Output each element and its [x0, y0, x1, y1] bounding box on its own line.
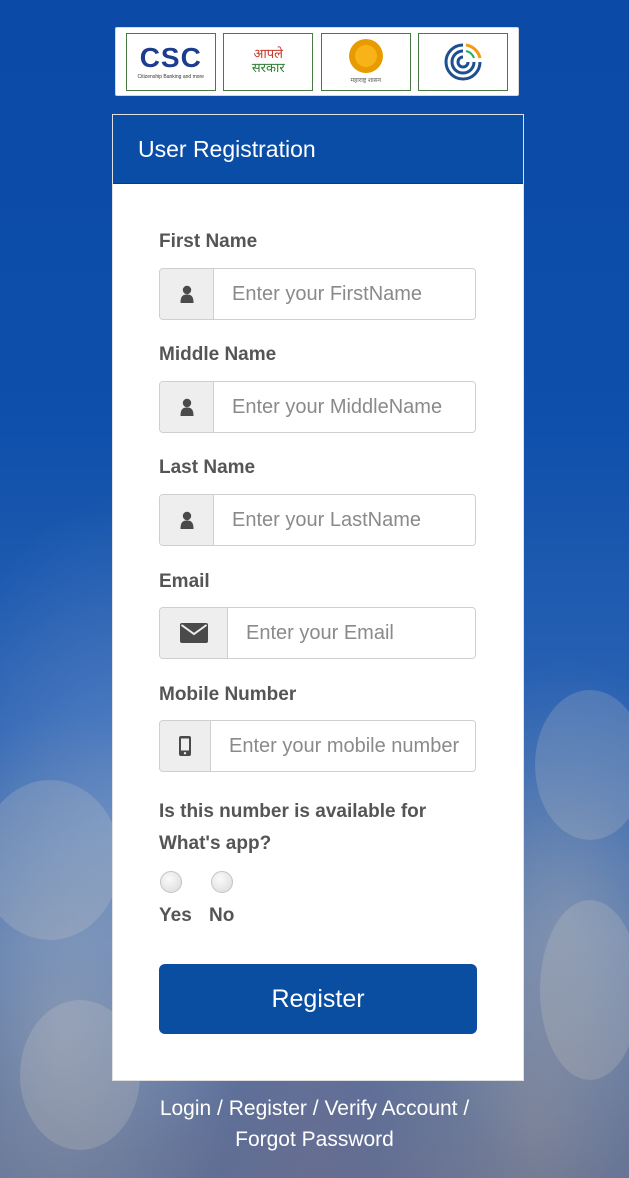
email-input[interactable]: [228, 608, 475, 658]
background-crowd: [535, 690, 629, 840]
email-group: [159, 607, 476, 659]
registration-card: User Registration First Name Middle Name: [112, 114, 524, 1081]
register-link[interactable]: Register: [229, 1097, 307, 1120]
first-name-input[interactable]: [214, 269, 475, 319]
no-label: No: [209, 905, 235, 926]
middle-name-addon: [160, 382, 214, 432]
middle-name-input[interactable]: [214, 382, 475, 432]
forgot-password-link[interactable]: Forgot Password: [235, 1128, 394, 1151]
mobile-group: [159, 720, 476, 772]
csc-logo: CSC Citizenship Banking and more: [125, 32, 216, 91]
whatsapp-no-radio[interactable]: [211, 871, 233, 893]
first-name-label: First Name: [159, 231, 258, 252]
user-icon: [180, 285, 193, 303]
last-name-label: Last Name: [159, 457, 256, 478]
middle-name-group: [159, 381, 476, 433]
last-name-addon: [160, 495, 214, 545]
whatsapp-question: Is this number is available for What's a…: [159, 801, 427, 854]
separator: /: [306, 1097, 325, 1120]
middle-name-label: Middle Name: [159, 344, 277, 365]
first-name-group: [159, 268, 476, 320]
last-name-group: [159, 494, 476, 546]
mobile-icon: [179, 736, 191, 756]
aaple-sarkar-logo: आपले सरकार: [223, 32, 314, 91]
register-button[interactable]: Register: [159, 964, 477, 1034]
whatsapp-yes-radio[interactable]: [160, 871, 182, 893]
card-title: User Registration: [113, 115, 523, 184]
envelope-icon: [179, 623, 208, 643]
yes-label: Yes: [159, 905, 192, 926]
background-crowd: [540, 900, 629, 1080]
login-link[interactable]: Login: [160, 1097, 211, 1120]
maharashtra-seal-logo: महाराष्ट्र शासन: [320, 32, 411, 91]
background-crowd: [0, 780, 120, 940]
egov-icon: [444, 43, 482, 80]
user-icon: [180, 511, 193, 529]
mobile-addon: [160, 721, 211, 771]
separator: /: [457, 1097, 470, 1120]
user-icon: [180, 398, 193, 416]
footer-links: Login / Register / Verify Account / Forg…: [0, 1093, 629, 1155]
mobile-label: Mobile Number: [159, 684, 297, 705]
egov-logo: [418, 32, 509, 91]
mobile-input[interactable]: [211, 721, 475, 771]
seal-icon: [348, 39, 383, 73]
first-name-addon: [160, 269, 214, 319]
email-addon: [160, 608, 228, 658]
logo-bar: CSC Citizenship Banking and more आपले सर…: [115, 27, 519, 96]
separator: /: [211, 1097, 229, 1120]
email-label: Email: [159, 571, 210, 592]
verify-account-link[interactable]: Verify Account: [324, 1097, 457, 1120]
last-name-input[interactable]: [214, 495, 475, 545]
